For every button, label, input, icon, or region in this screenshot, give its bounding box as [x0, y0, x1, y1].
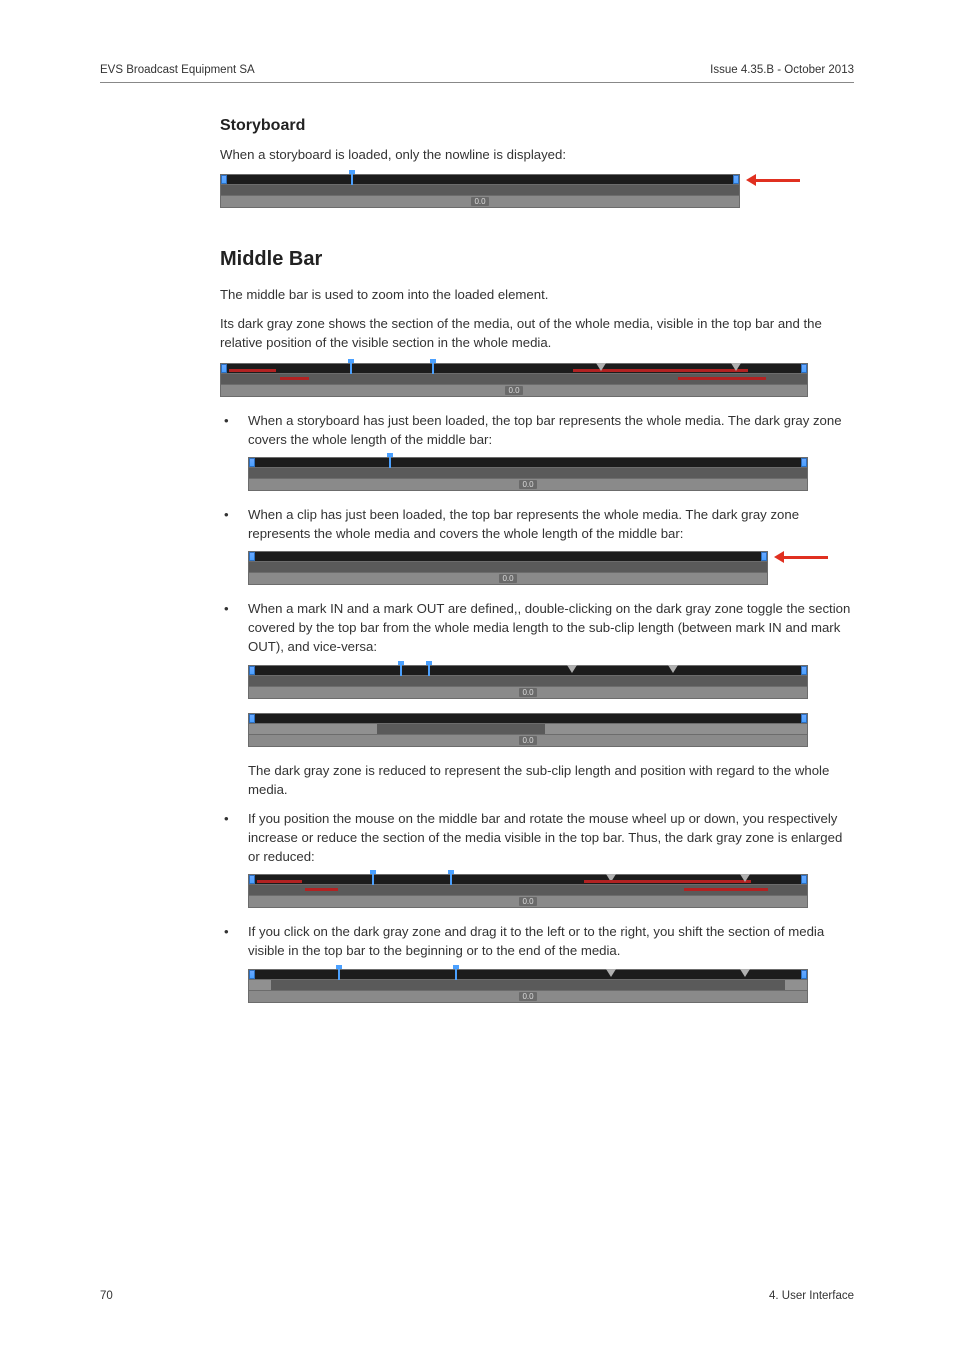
bullet-drag-zone: If you click on the dark gray zone and d… [220, 922, 854, 1002]
timeline-label: 0.0 [519, 480, 536, 489]
middlebar-timeline-main: 0.0 [220, 363, 854, 397]
timeline-marks-whole: 0.0 [248, 665, 854, 699]
para-middlebar-1: The middle bar is used to zoom into the … [220, 285, 854, 304]
page-content: Storyboard When a storyboard is loaded, … [220, 117, 854, 1003]
header-right: Issue 4.35.B - October 2013 [710, 64, 854, 76]
bullet-marks-defined: When a mark IN and a mark OUT are define… [220, 599, 854, 799]
timeline-wheel-zoom: 0.0 [248, 874, 854, 908]
timeline-label: 0.0 [519, 897, 536, 906]
timeline-drag-shift: 0.0 [248, 969, 854, 1003]
footer-section: 4. User Interface [769, 1290, 854, 1302]
arrow-annotation-icon [772, 551, 828, 563]
storyboard-timeline: 0.0 [220, 174, 854, 208]
bullet-text: If you position the mouse on the middle … [248, 809, 854, 866]
bullet-text: When a mark IN and a mark OUT are define… [248, 599, 854, 656]
para-middlebar-2: Its dark gray zone shows the section of … [220, 314, 854, 352]
timeline-label: 0.0 [519, 688, 536, 697]
page-header: EVS Broadcast Equipment SA Issue 4.35.B … [100, 64, 854, 83]
timeline-marks-subclip: 0.0 [248, 713, 854, 747]
timeline-storyboard-loaded: 0.0 [248, 457, 854, 491]
timeline-label: 0.0 [505, 386, 522, 395]
header-left: EVS Broadcast Equipment SA [100, 64, 255, 76]
bullet-storyboard-loaded: When a storyboard has just been loaded, … [220, 411, 854, 491]
timeline-label: 0.0 [499, 574, 516, 583]
timeline-label: 0.0 [519, 736, 536, 745]
bullet-text: If you click on the dark gray zone and d… [248, 922, 854, 960]
bullet-text: When a storyboard has just been loaded, … [248, 411, 854, 449]
bullet-aftertext: The dark gray zone is reduced to represe… [248, 761, 854, 799]
footer-page-number: 70 [100, 1290, 113, 1302]
timeline-label: 0.0 [519, 992, 536, 1001]
para-storyboard-intro: When a storyboard is loaded, only the no… [220, 145, 854, 164]
arrow-annotation-icon [744, 174, 800, 186]
timeline-clip-loaded: 0.0 [248, 551, 854, 585]
timeline-label: 0.0 [471, 197, 488, 206]
bullet-mouse-wheel: If you position the mouse on the middle … [220, 809, 854, 908]
page-footer: 70 4. User Interface [100, 1290, 854, 1302]
heading-storyboard: Storyboard [220, 117, 854, 135]
heading-middle-bar: Middle Bar [220, 248, 854, 271]
bullet-text: When a clip has just been loaded, the to… [248, 505, 854, 543]
bullet-clip-loaded: When a clip has just been loaded, the to… [220, 505, 854, 585]
